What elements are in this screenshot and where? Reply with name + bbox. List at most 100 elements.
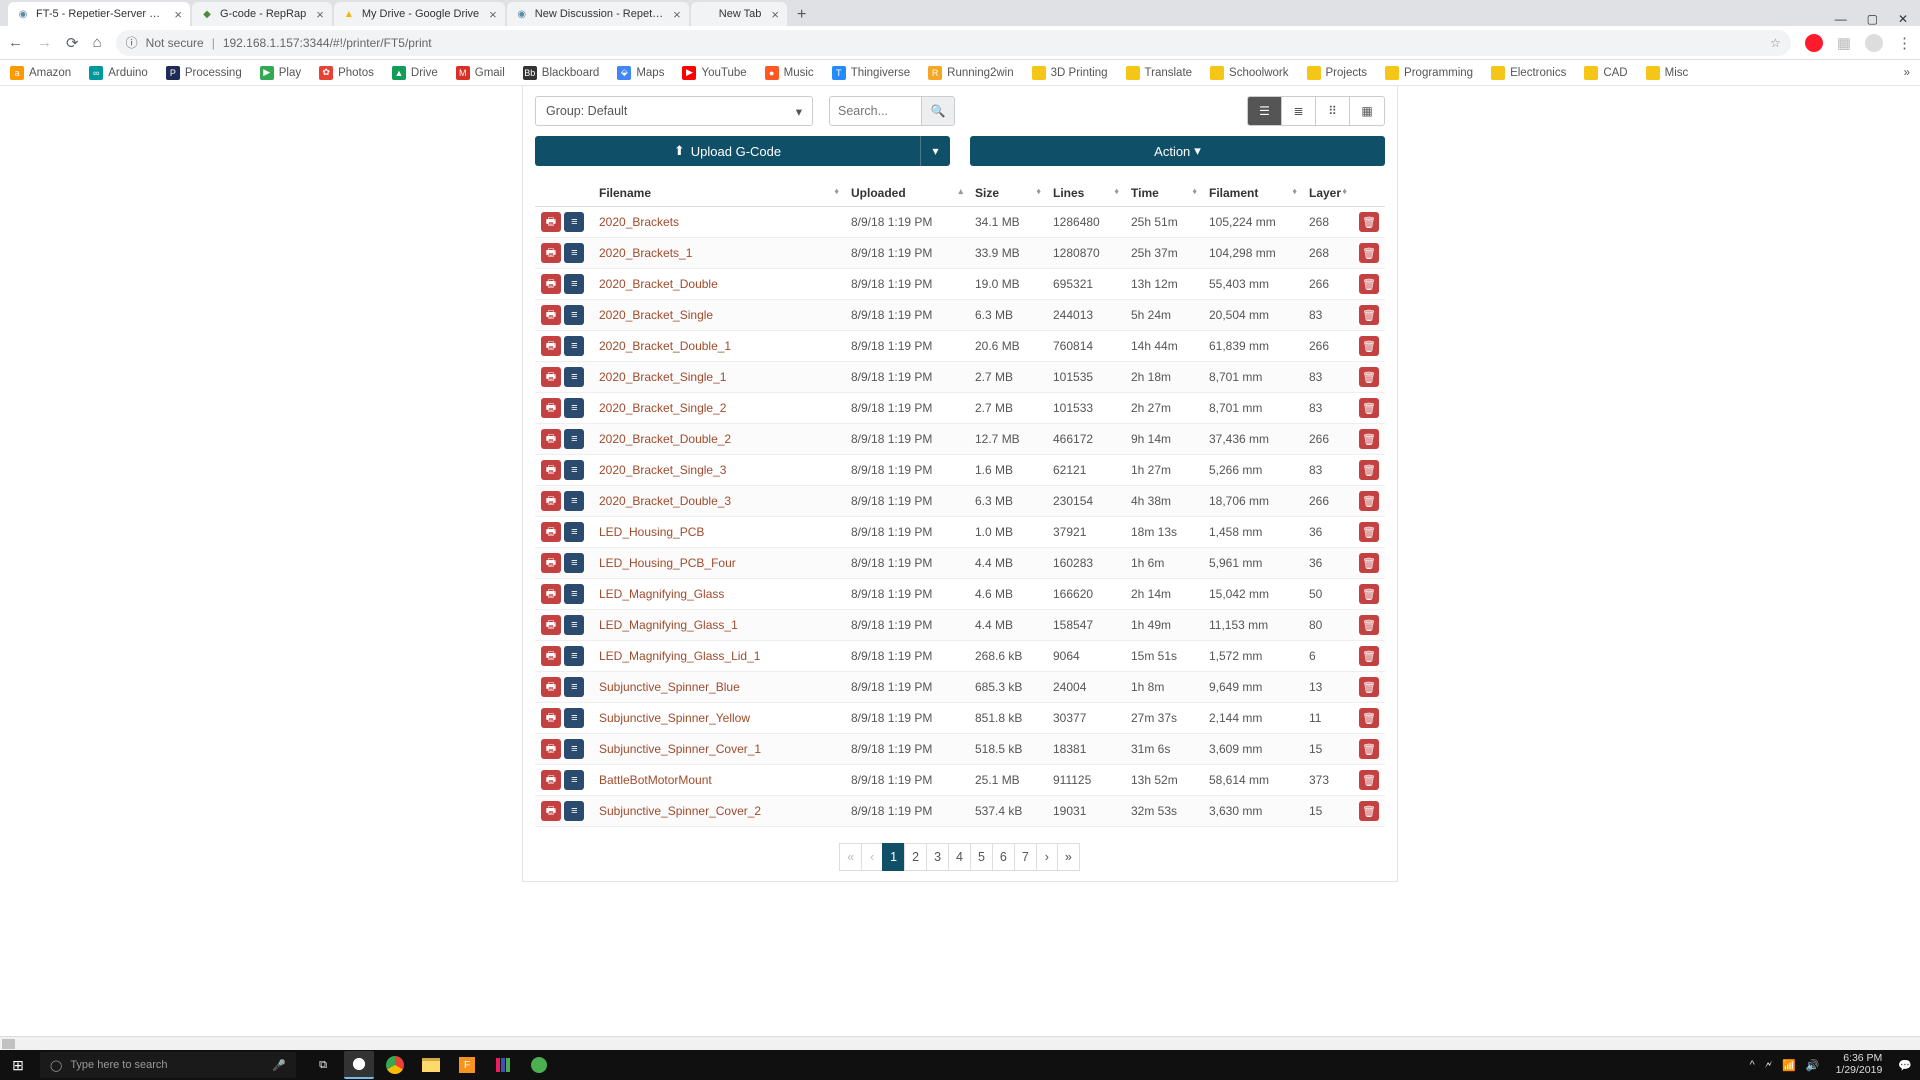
delete-button[interactable]: 🗑 <box>1359 677 1379 697</box>
row-menu-button[interactable]: ≡ <box>564 274 584 294</box>
row-menu-button[interactable]: ≡ <box>564 615 584 635</box>
filename-link[interactable]: Subjunctive_Spinner_Blue <box>599 680 740 694</box>
filename-link[interactable]: LED_Housing_PCB <box>599 525 704 539</box>
delete-button[interactable]: 🗑 <box>1359 243 1379 263</box>
tab-close-icon[interactable]: × <box>174 7 182 22</box>
print-button[interactable]: 🖶 <box>541 336 561 356</box>
bookmark-item[interactable]: ⬙Maps <box>617 66 664 80</box>
browser-tab[interactable]: ◉New Discussion - Repetier-Forum× <box>507 2 689 26</box>
col-lines[interactable]: Lines♦ <box>1047 180 1125 207</box>
opera-icon[interactable] <box>1805 34 1823 52</box>
row-menu-button[interactable]: ≡ <box>564 491 584 511</box>
browser-tab[interactable]: New Tab× <box>691 2 787 26</box>
bookmark-item[interactable]: ▶YouTube <box>682 66 746 80</box>
print-button[interactable]: 🖶 <box>541 491 561 511</box>
print-button[interactable]: 🖶 <box>541 243 561 263</box>
bookmark-item[interactable]: Misc <box>1646 66 1689 80</box>
home-button[interactable]: ⌂ <box>93 34 102 51</box>
upload-gcode-button[interactable]: ⬆ Upload G-Code <box>535 136 920 166</box>
address-bar[interactable]: ⓘ Not secure | 192.168.1.157:3344/#!/pri… <box>116 30 1791 56</box>
new-tab-button[interactable]: + <box>789 4 814 26</box>
filename-link[interactable]: Subjunctive_Spinner_Yellow <box>599 711 750 725</box>
row-menu-button[interactable]: ≡ <box>564 367 584 387</box>
bookmark-item[interactable]: Programming <box>1385 66 1473 80</box>
col-size[interactable]: Size♦ <box>969 180 1047 207</box>
filename-link[interactable]: 2020_Bracket_Single_2 <box>599 401 726 415</box>
delete-button[interactable]: 🗑 <box>1359 646 1379 666</box>
filename-link[interactable]: 2020_Bracket_Double_2 <box>599 432 731 446</box>
filename-link[interactable]: BattleBotMotorMount <box>599 773 712 787</box>
delete-button[interactable]: 🗑 <box>1359 274 1379 294</box>
tray-notifications-icon[interactable]: 💬 <box>1898 1059 1912 1072</box>
filename-link[interactable]: 2020_Bracket_Single_1 <box>599 370 726 384</box>
taskbar-app-explorer[interactable] <box>416 1051 446 1079</box>
mic-icon[interactable]: 🎤 <box>272 1059 286 1072</box>
taskbar-app-chrome-2[interactable] <box>380 1051 410 1079</box>
window-close[interactable]: ✕ <box>1898 12 1908 26</box>
upload-gcode-dropdown[interactable]: ▾ <box>920 136 950 166</box>
row-menu-button[interactable]: ≡ <box>564 305 584 325</box>
delete-button[interactable]: 🗑 <box>1359 212 1379 232</box>
tab-close-icon[interactable]: × <box>316 7 324 22</box>
col-uploaded[interactable]: Uploaded▴ <box>845 180 969 207</box>
col-filename[interactable]: Filename♦ <box>593 180 845 207</box>
row-menu-button[interactable]: ≡ <box>564 336 584 356</box>
print-button[interactable]: 🖶 <box>541 739 561 759</box>
bookmark-star-icon[interactable]: ☆ <box>1770 36 1781 50</box>
print-button[interactable]: 🖶 <box>541 460 561 480</box>
delete-button[interactable]: 🗑 <box>1359 584 1379 604</box>
row-menu-button[interactable]: ≡ <box>564 553 584 573</box>
print-button[interactable]: 🖶 <box>541 584 561 604</box>
row-menu-button[interactable]: ≡ <box>564 243 584 263</box>
delete-button[interactable]: 🗑 <box>1359 491 1379 511</box>
browser-tab[interactable]: ◆G-code - RepRap× <box>192 2 332 26</box>
delete-button[interactable]: 🗑 <box>1359 553 1379 573</box>
taskbar-app-6[interactable] <box>524 1051 554 1079</box>
page-button[interactable]: 6 <box>992 843 1015 871</box>
tab-close-icon[interactable]: × <box>771 7 779 22</box>
bookmark-item[interactable]: Projects <box>1307 66 1368 80</box>
col-filament[interactable]: Filament♦ <box>1203 180 1303 207</box>
filename-link[interactable]: 2020_Brackets_1 <box>599 246 692 260</box>
bookmark-item[interactable]: aAmazon <box>10 66 71 80</box>
view-grid-large[interactable]: ▦ <box>1350 97 1384 125</box>
delete-button[interactable]: 🗑 <box>1359 801 1379 821</box>
bookmark-item[interactable]: CAD <box>1584 66 1627 80</box>
delete-button[interactable]: 🗑 <box>1359 708 1379 728</box>
filename-link[interactable]: LED_Magnifying_Glass <box>599 587 724 601</box>
filename-link[interactable]: LED_Magnifying_Glass_1 <box>599 618 738 632</box>
print-button[interactable]: 🖶 <box>541 274 561 294</box>
window-minimize[interactable]: — <box>1835 12 1847 26</box>
delete-button[interactable]: 🗑 <box>1359 739 1379 759</box>
print-button[interactable]: 🖶 <box>541 367 561 387</box>
delete-button[interactable]: 🗑 <box>1359 305 1379 325</box>
tray-expand-icon[interactable]: ^ <box>1750 1059 1755 1071</box>
taskbar-app-chrome[interactable] <box>344 1051 374 1079</box>
delete-button[interactable]: 🗑 <box>1359 429 1379 449</box>
filename-link[interactable]: LED_Magnifying_Glass_Lid_1 <box>599 649 760 663</box>
filename-link[interactable]: LED_Housing_PCB_Four <box>599 556 736 570</box>
filename-link[interactable]: 2020_Brackets <box>599 215 679 229</box>
filename-link[interactable]: Subjunctive_Spinner_Cover_2 <box>599 804 761 818</box>
bookmark-item[interactable]: PProcessing <box>166 66 242 80</box>
delete-button[interactable]: 🗑 <box>1359 398 1379 418</box>
action-button[interactable]: Action ▾ <box>970 136 1385 166</box>
taskbar-search[interactable]: ◯ Type here to search 🎤 <box>40 1052 296 1078</box>
print-button[interactable]: 🖶 <box>541 305 561 325</box>
filename-link[interactable]: 2020_Bracket_Single <box>599 308 713 322</box>
page-button[interactable]: 3 <box>926 843 949 871</box>
row-menu-button[interactable]: ≡ <box>564 460 584 480</box>
page-button[interactable]: 7 <box>1014 843 1037 871</box>
page-button[interactable]: ‹ <box>861 843 883 871</box>
page-button[interactable]: 4 <box>948 843 971 871</box>
print-button[interactable]: 🖶 <box>541 801 561 821</box>
row-menu-button[interactable]: ≡ <box>564 429 584 449</box>
row-menu-button[interactable]: ≡ <box>564 646 584 666</box>
profile-icon[interactable] <box>1865 34 1883 52</box>
bookmark-item[interactable]: MGmail <box>456 66 505 80</box>
print-button[interactable]: 🖶 <box>541 708 561 728</box>
row-menu-button[interactable]: ≡ <box>564 770 584 790</box>
page-button[interactable]: « <box>839 843 862 871</box>
taskbar-clock[interactable]: 6:36 PM 1/29/2019 <box>1830 1053 1889 1076</box>
bookmark-item[interactable]: ∞Arduino <box>89 66 148 80</box>
